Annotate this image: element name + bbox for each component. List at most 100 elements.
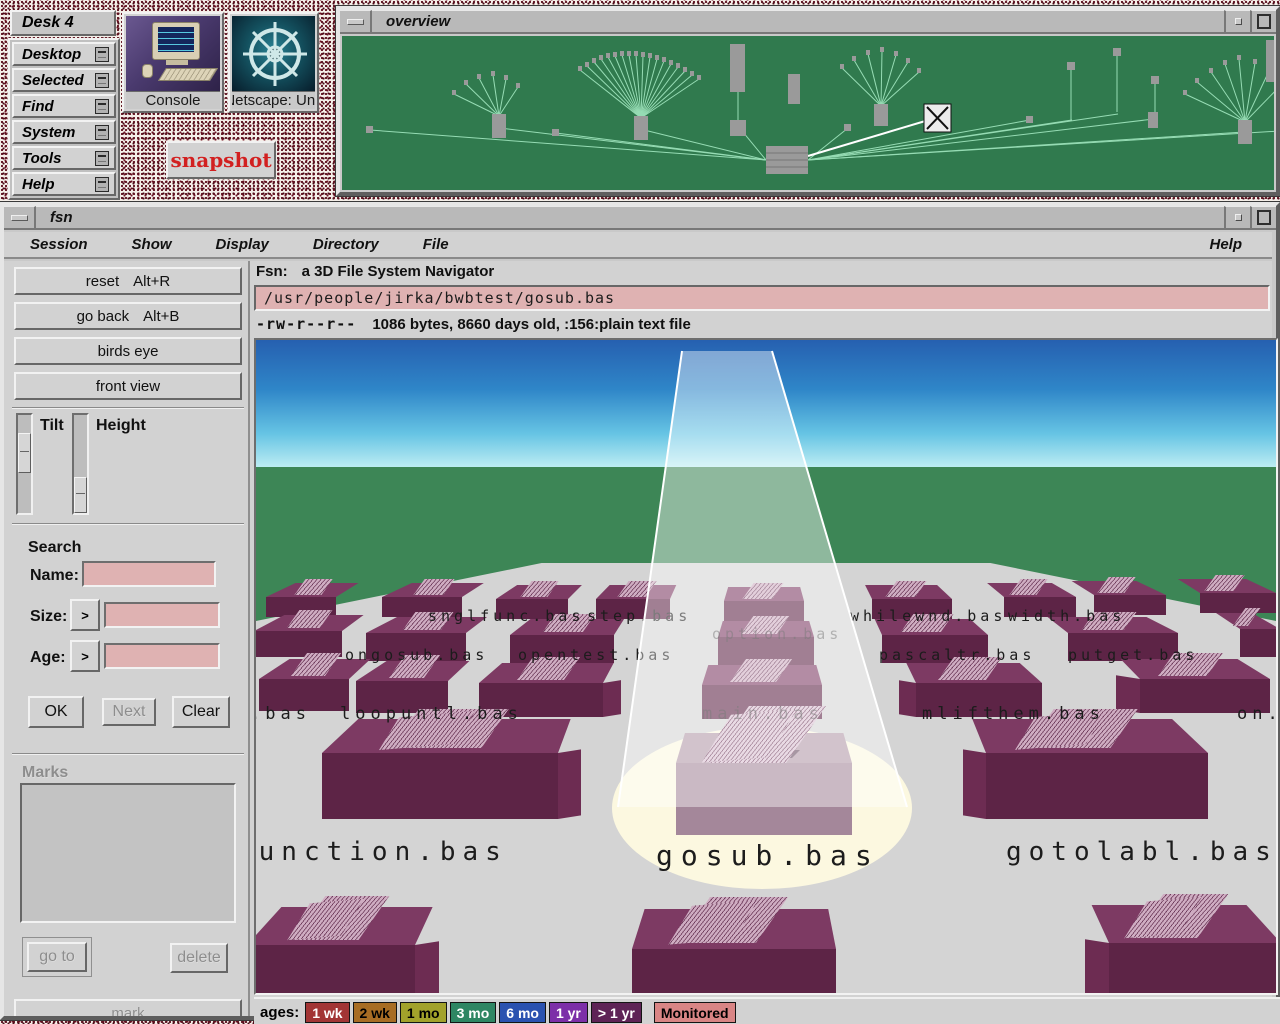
menu-session[interactable]: Session <box>26 236 92 253</box>
front-view-button[interactable]: front view <box>14 372 242 400</box>
file-label: gosub.bas <box>656 839 880 872</box>
menu-file[interactable]: File <box>419 236 453 253</box>
file-label: mlifthem.bas <box>922 704 1105 724</box>
toolchest-item-desktop[interactable]: Desktop <box>12 42 116 66</box>
main-area: Fsn: a 3D File System Navigator /usr/peop… <box>250 261 1272 1016</box>
mark-button[interactable]: mark <box>14 999 242 1016</box>
maximize-button[interactable] <box>1250 206 1276 228</box>
toolchest-item-find[interactable]: Find <box>12 94 116 118</box>
toolchest-item-label: Tools <box>22 150 61 167</box>
overview-titlebar[interactable]: overview <box>340 10 1276 34</box>
keyboard-icon <box>158 68 218 81</box>
delete-button[interactable]: delete <box>170 943 228 973</box>
window-menu-button[interactable] <box>4 206 36 228</box>
file-label: putget.bas <box>1068 646 1198 664</box>
go-back-button[interactable]: go backAlt+B <box>14 302 242 330</box>
fsn-window-title: fsn <box>50 209 73 226</box>
menu-help[interactable]: Help <box>1205 236 1246 253</box>
console-window-icon[interactable]: Console <box>122 12 224 113</box>
fsn-titlebar[interactable]: fsn <box>4 206 1276 230</box>
file-label: step.bas <box>587 607 691 625</box>
toolchest-item-selected[interactable]: Selected <box>12 68 116 92</box>
height-label: Height <box>96 417 146 435</box>
height-slider[interactable] <box>72 413 89 515</box>
next-button[interactable]: Next <box>102 698 156 726</box>
file-label: pascaltr.bas <box>879 646 1035 664</box>
search-size-label: Size: <box>30 608 67 626</box>
menu-directory[interactable]: Directory <box>309 236 383 253</box>
toolchest-title-label: Desk 4 <box>22 14 74 32</box>
window-menu-button[interactable] <box>340 10 372 32</box>
3d-viewport[interactable]: snglfunc.basstep.baswhilewnd.baswidth.ba… <box>254 338 1278 995</box>
console-icon-label: Console <box>126 92 220 109</box>
toolchest-item-tools[interactable]: Tools <box>12 146 116 170</box>
birds-eye-button[interactable]: birds eye <box>14 337 242 365</box>
file-label: ongosub.bas <box>345 646 488 664</box>
app-subtitle: a 3D File System Navigator <box>302 263 495 280</box>
drawer-icon <box>95 177 109 192</box>
minimize-button[interactable] <box>1224 206 1250 228</box>
menu-display[interactable]: Display <box>212 236 273 253</box>
toolchest-item-label: Desktop <box>22 46 81 63</box>
path-field[interactable]: /usr/people/jirka/bwbtest/gosub.bas <box>254 285 1270 311</box>
overview-window-title: overview <box>386 13 450 30</box>
file-label: on.bas <box>1237 704 1278 724</box>
search-age-input[interactable] <box>104 643 220 669</box>
drawer-icon <box>95 151 109 166</box>
file-label: snglfunc.bas <box>428 607 584 625</box>
current-path: /usr/people/jirka/bwbtest/gosub.bas <box>264 289 615 307</box>
minimize-button[interactable] <box>1224 10 1250 32</box>
menu-show[interactable]: Show <box>128 236 176 253</box>
drawer-icon <box>95 73 109 88</box>
marks-list[interactable] <box>20 783 236 923</box>
netscape-icon-label: Netscape: Unti <box>232 92 315 109</box>
search-age-label: Age: <box>30 649 66 667</box>
monitor-icon <box>152 22 200 60</box>
fsn-window: fsn Session Show Display Directory File Help… <box>0 202 1280 1020</box>
age-swatch: > 1 yr <box>591 1002 642 1023</box>
minimize-icon <box>1235 18 1242 25</box>
minimize-icon <box>1235 214 1242 221</box>
search-size-input[interactable] <box>104 602 220 628</box>
netscape-window-icon[interactable]: Netscape: Unti <box>228 12 319 113</box>
monitored-swatch: Monitored <box>654 1002 736 1023</box>
drawer-icon <box>95 99 109 114</box>
file-label: whilewnd.bas <box>850 607 1006 625</box>
ok-button[interactable]: OK <box>28 696 84 728</box>
size-operator-button[interactable]: > <box>70 599 100 631</box>
toolchest-item-help[interactable]: Help <box>12 172 116 196</box>
age-swatch: 3 mo <box>450 1002 497 1023</box>
reset-button[interactable]: resetAlt+R <box>14 267 242 295</box>
window-menu-icon <box>11 215 28 221</box>
toolchest-title[interactable]: Desk 4 <box>10 10 116 36</box>
age-operator-button[interactable]: > <box>70 640 100 672</box>
control-panel: resetAlt+R go backAlt+B birds eye front … <box>8 261 250 1016</box>
app-name: Fsn: <box>256 263 288 280</box>
search-name-label: Name: <box>30 567 79 585</box>
search-name-input[interactable] <box>82 561 216 587</box>
mouse-icon <box>142 64 153 78</box>
tilt-slider-thumb[interactable] <box>18 433 31 473</box>
toolchest-item-system[interactable]: System <box>12 120 116 144</box>
age-swatch: 2 wk <box>353 1002 397 1023</box>
height-slider-thumb[interactable] <box>74 477 87 513</box>
file-label: main.bas <box>702 704 824 724</box>
tilt-label: Tilt <box>40 417 64 435</box>
clear-button[interactable]: Clear <box>172 696 230 728</box>
maximize-icon <box>1257 210 1271 225</box>
toolchest-item-label: Help <box>22 176 55 193</box>
overview-window: overview <box>336 6 1280 196</box>
snapshot-button[interactable]: snapshot <box>166 141 276 179</box>
maximize-button[interactable] <box>1250 10 1276 32</box>
overview-graph[interactable] <box>342 36 1274 190</box>
window-menu-icon <box>347 19 364 25</box>
file-label: function.bas <box>254 837 508 867</box>
file-info-line: -rw-r--r--1086 bytes, 8660 days old, :15… <box>256 315 691 333</box>
search-title: Search <box>28 539 81 557</box>
go-to-button[interactable]: go to <box>27 942 87 972</box>
toolchest-item-label: Selected <box>22 72 84 89</box>
netscape-wheel-icon <box>232 16 315 92</box>
file-label: gotolabl.bas <box>1006 837 1278 867</box>
toolchest-item-label: Find <box>22 98 54 115</box>
tilt-slider[interactable] <box>16 413 33 515</box>
